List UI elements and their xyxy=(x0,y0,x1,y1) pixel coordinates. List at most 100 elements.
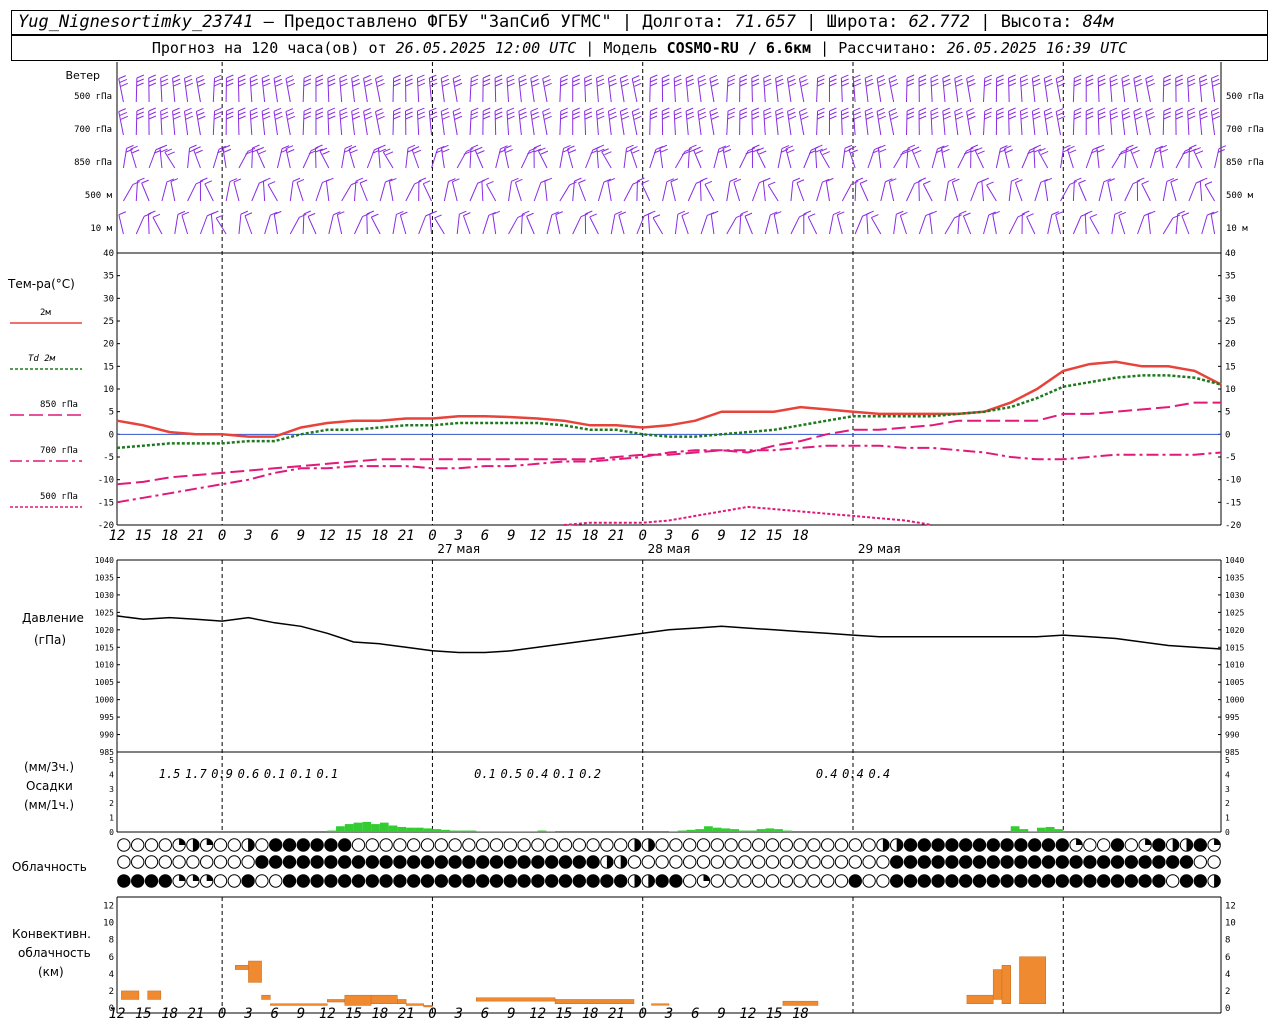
cloud-cover-circle xyxy=(752,874,766,888)
wind-barb-flag xyxy=(184,111,193,116)
wind-barb-flag xyxy=(984,78,992,83)
cloud-cover-circle xyxy=(282,874,297,888)
cloud-cover-circle xyxy=(531,838,545,852)
cloud-cover-circle xyxy=(1152,874,1166,888)
wind-barb-flag xyxy=(286,78,295,83)
hour-tick-label: 3 xyxy=(243,528,252,544)
cloud-cover-circle xyxy=(448,838,462,852)
wind-barb-flag xyxy=(376,112,384,116)
wind-barb-flag xyxy=(747,147,756,152)
cloud-cover-circle xyxy=(393,855,407,869)
hour-tick-label: 15 xyxy=(555,1006,572,1022)
cloud-cover-circle xyxy=(765,855,780,869)
precip-bar xyxy=(1028,831,1037,832)
press-tick-left: 1005 xyxy=(95,678,114,687)
cloud-cover-half xyxy=(1172,838,1179,852)
cloud-cover-circle xyxy=(420,874,435,888)
wind-level-left: 500 м xyxy=(85,191,113,201)
wind-barb-flag xyxy=(815,144,823,149)
wind-barb-flag xyxy=(711,115,719,120)
press-tick-left: 1020 xyxy=(95,626,114,635)
conv-tick-right: 8 xyxy=(1225,936,1230,946)
precip-bar xyxy=(414,827,424,832)
cloud-cover-circle xyxy=(752,855,766,869)
wind-barb-flag xyxy=(160,107,168,112)
wind-barb-flag xyxy=(596,107,604,112)
cloud-cover-circle xyxy=(1083,838,1097,852)
wind-barb-flag xyxy=(261,107,270,112)
wind-barb-flag xyxy=(1204,181,1213,186)
wind-barb xyxy=(1111,214,1116,235)
wind-barb-flag xyxy=(853,74,861,79)
wind-barb-flag xyxy=(699,115,707,120)
wind-barb-flag xyxy=(604,151,612,156)
wind-barb-flag xyxy=(1008,74,1016,79)
wind-barb-flag xyxy=(913,149,922,154)
precip-tick-right: 3 xyxy=(1225,785,1230,794)
precip-bar xyxy=(476,831,485,832)
hour-tick-label: 21 xyxy=(187,1006,204,1022)
wind-barb xyxy=(687,183,697,202)
wind-barb-flag xyxy=(423,180,431,185)
wind-barb-flag xyxy=(495,82,503,87)
wind-barb-flag xyxy=(918,78,927,83)
wind-barb-flag xyxy=(452,75,461,79)
wind-barb xyxy=(486,184,497,202)
cloud-cover-circle xyxy=(834,874,849,888)
cloud-cover-circle xyxy=(1193,874,1208,888)
wind-barb-flag xyxy=(584,78,593,83)
cloud-cover-circle xyxy=(117,874,131,888)
wind-barb-flag xyxy=(211,210,219,215)
temp-tick-right: 0 xyxy=(1225,430,1230,440)
wind-barb xyxy=(572,216,582,235)
precip-bar xyxy=(537,830,547,832)
wind-barb-flag xyxy=(195,149,203,154)
wind-barb-flag xyxy=(152,213,161,218)
wind-barb-flag xyxy=(328,82,336,87)
wind-barb-flag xyxy=(585,210,593,215)
cloud-cover-circle xyxy=(779,855,793,869)
wind-barb-flag xyxy=(930,74,939,79)
press-tick-left: 1030 xyxy=(95,591,114,600)
wind-barb-flag xyxy=(584,74,592,79)
wind-barb xyxy=(262,181,266,202)
wind-barb-flag xyxy=(515,178,523,183)
wind-barb-flag xyxy=(327,107,336,112)
wind-barb-flag xyxy=(968,82,976,87)
wind-barb-flag xyxy=(955,111,963,116)
wind-barb-flag xyxy=(1069,180,1077,185)
precip-bar xyxy=(528,831,538,832)
wind-barb-flag xyxy=(596,111,605,116)
wind-barb-flag xyxy=(363,74,371,79)
temp-tick-left: 15 xyxy=(103,362,114,372)
wind-barb xyxy=(122,184,134,202)
wind-barb-flag xyxy=(454,82,463,87)
cloud-cover-circle xyxy=(282,855,297,869)
wind-barb-flag xyxy=(686,82,695,87)
hour-tick-label: 0 xyxy=(428,528,436,544)
precip-bar xyxy=(423,828,433,832)
wind-barb-flag xyxy=(776,82,784,87)
cloud-cover-half xyxy=(648,838,655,852)
cloud-cover-circle xyxy=(227,874,242,888)
wind-barb-flag xyxy=(620,111,629,116)
wind-barb-flag xyxy=(376,79,384,83)
wind-barb xyxy=(276,148,283,169)
cloud-cover-circle xyxy=(641,855,655,869)
wind-barb xyxy=(1204,184,1216,202)
wind-barb xyxy=(161,181,168,202)
wind-barb xyxy=(981,181,985,202)
precip-tick-right: 4 xyxy=(1225,770,1230,779)
cloud-cover-circle xyxy=(655,855,669,869)
wind-barb-flag xyxy=(1008,115,1017,120)
wind-barb-flag xyxy=(482,107,491,112)
wind-barb-flag xyxy=(788,78,796,83)
wind-barb-flag xyxy=(1188,82,1196,87)
wind-barb-flag xyxy=(131,149,140,154)
wind-barb-flag xyxy=(518,74,527,79)
wind-barb-flag xyxy=(172,74,180,79)
conv-cloud-bar xyxy=(423,1005,433,1008)
wind-barb-flag xyxy=(906,115,915,120)
wind-barb-flag xyxy=(918,177,927,182)
cloud-cover-circle xyxy=(351,855,366,869)
